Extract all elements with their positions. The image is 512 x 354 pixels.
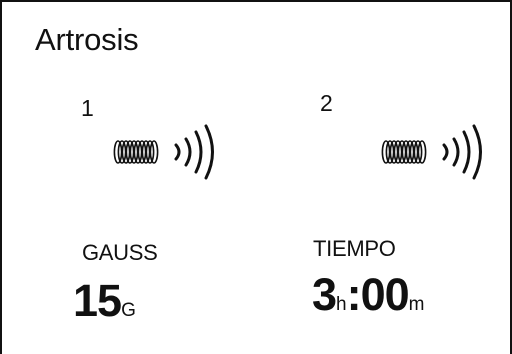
tiempo-hours-unit: h [336,294,347,315]
gauss-value: 15G [73,278,136,323]
tiempo-value: 3h:00m [312,272,424,317]
tiempo-minutes: :00 [346,269,410,320]
channel-2-number: 2 [320,90,333,116]
therapy-screen: Artrosis 1 2 GAUSS 15G TIEMPO 3h:00m [0,0,512,354]
program-title: Artrosis [35,22,139,57]
magnetic-coil-icon [113,124,214,180]
tiempo-minutes-unit: m [408,294,425,315]
tiempo-hours: 3 [312,269,337,320]
gauss-number: 15 [73,275,122,326]
tiempo-label: TIEMPO [313,236,396,261]
magnetic-coil-icon [381,124,482,180]
gauss-unit: G [121,300,136,321]
gauss-label: GAUSS [82,240,158,265]
channel-1-number: 1 [81,95,94,121]
